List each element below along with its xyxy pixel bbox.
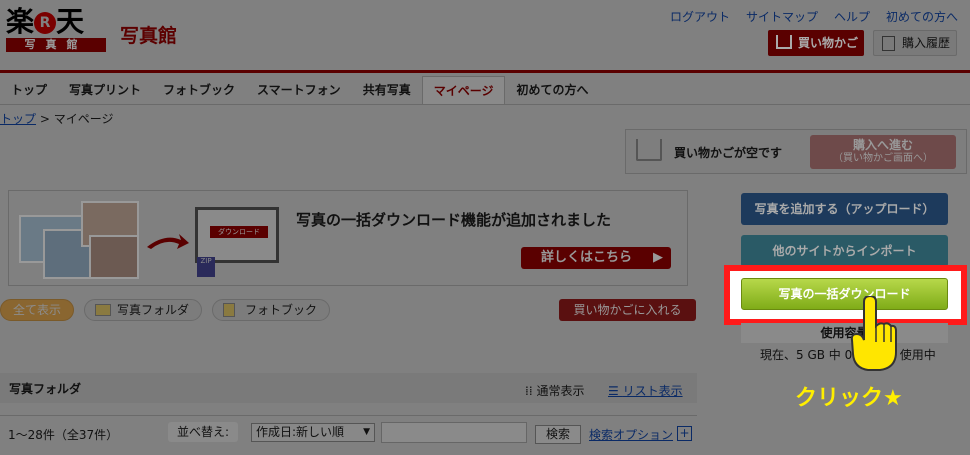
sort-label: 並べ替え: bbox=[168, 422, 238, 442]
chevron-right-icon: ▶ bbox=[653, 250, 663, 265]
proceed-sublabel: （買い物かご画面へ） bbox=[833, 153, 933, 164]
proceed-to-purchase-button[interactable]: 購入へ進む （買い物かご画面へ） bbox=[810, 135, 956, 169]
add-to-cart-button[interactable]: 買い物かごに入れる bbox=[559, 299, 696, 321]
tab-top[interactable]: トップ bbox=[0, 76, 58, 104]
arrow-right-icon bbox=[147, 234, 189, 249]
breadcrumb: トップ > マイページ bbox=[0, 110, 114, 127]
result-count: 1〜28件（全37件） bbox=[8, 428, 119, 442]
chevron-down-icon: ▼ bbox=[363, 427, 370, 437]
help-link[interactable]: ヘルプ bbox=[834, 8, 870, 25]
filter-all[interactable]: 全て表示 bbox=[0, 299, 75, 321]
photo-thumbnail bbox=[89, 235, 139, 279]
breadcrumb-home[interactable]: トップ bbox=[0, 112, 36, 126]
cart-button-label: 買い物かご bbox=[798, 36, 859, 50]
banner-title: 写真の一括ダウンロード機能が追加されました bbox=[296, 211, 612, 229]
cart-button[interactable]: 買い物かご bbox=[768, 30, 864, 56]
purchase-history-button[interactable]: 購入履歴 bbox=[873, 30, 957, 56]
photo-folder-title: 写真フォルダ bbox=[9, 382, 82, 396]
beginners-link[interactable]: 初めての方へ bbox=[886, 8, 958, 25]
zip-icon: ZIP bbox=[197, 257, 215, 277]
logo-text: 楽R天 bbox=[6, 5, 85, 38]
sort-select[interactable]: 作成日:新しい順 ▼ bbox=[251, 423, 375, 442]
usage-title: 使用容量 bbox=[741, 323, 948, 343]
search-input[interactable] bbox=[381, 422, 527, 443]
logout-link[interactable]: ログアウト bbox=[670, 8, 730, 25]
usage-suffix: 使用中 bbox=[899, 348, 936, 362]
folder-icon bbox=[95, 304, 111, 316]
grid-icon: ⁞⁞ bbox=[525, 384, 537, 398]
pointing-hand-icon bbox=[850, 296, 897, 371]
tab-photo-print[interactable]: 写真プリント bbox=[58, 76, 152, 104]
bulk-download-button[interactable]: 写真の一括ダウンロード bbox=[741, 278, 948, 310]
tab-smartphone[interactable]: スマートフォン bbox=[246, 76, 352, 104]
filter-photo-folder[interactable]: 写真フォルダ bbox=[84, 299, 203, 321]
download-feature-banner[interactable]: ダウンロード ZIP 写真の一括ダウンロード機能が追加されました 詳しくはこちら… bbox=[8, 190, 688, 286]
view-list-label: リスト表示 bbox=[622, 384, 683, 398]
filter-photobook[interactable]: フォトブック bbox=[212, 299, 331, 321]
main-nav: トップ 写真プリント フォトブック スマートフォン 共有写真 マイページ 初めて… bbox=[0, 76, 600, 104]
photo-folder-header: 写真フォルダ ⁞⁞ 通常表示 ☰ リスト表示 bbox=[0, 373, 697, 403]
logo-r-mark: R bbox=[34, 12, 57, 34]
tab-shared-photos[interactable]: 共有写真 bbox=[352, 76, 422, 104]
filter-photobook-label: フォトブック bbox=[245, 303, 318, 317]
zip-label: ZIP bbox=[200, 257, 212, 265]
proceed-label: 購入へ進む bbox=[852, 138, 913, 152]
top-links: ログアウト サイトマップ ヘルプ 初めての方へ bbox=[670, 8, 958, 25]
monitor-illustration: ダウンロード bbox=[195, 207, 279, 263]
cart-icon bbox=[636, 139, 662, 161]
download-illustration-label: ダウンロード bbox=[210, 226, 268, 238]
sitemap-link[interactable]: サイトマップ bbox=[746, 8, 818, 25]
tab-mypage[interactable]: マイページ bbox=[421, 76, 506, 104]
cart-icon bbox=[776, 35, 792, 49]
tab-beginners[interactable]: 初めての方へ bbox=[505, 76, 599, 104]
sort-value: 作成日:新しい順 bbox=[256, 425, 345, 439]
details-button[interactable]: 詳しくはこちら ▶ bbox=[521, 247, 671, 269]
list-icon: ☰ bbox=[608, 384, 623, 398]
view-list-option[interactable]: ☰ リスト表示 bbox=[608, 382, 683, 399]
expand-options-button[interactable]: + bbox=[677, 426, 692, 441]
cart-status-box: 買い物かごが空です 購入へ進む （買い物かご画面へ） bbox=[625, 129, 967, 174]
list-icon bbox=[882, 36, 895, 51]
filter-photo-folder-label: 写真フォルダ bbox=[117, 303, 190, 317]
site-name: 写真館 bbox=[120, 25, 178, 47]
search-options-link[interactable]: 検索オプション bbox=[589, 426, 673, 443]
view-normal-option[interactable]: ⁞⁞ 通常表示 bbox=[525, 382, 584, 399]
nav-divider bbox=[0, 104, 970, 105]
book-icon bbox=[223, 303, 235, 317]
search-button[interactable]: 検索 bbox=[535, 425, 581, 444]
view-normal-label: 通常表示 bbox=[536, 384, 585, 398]
rakuten-logo[interactable]: 楽R天 写真館 bbox=[6, 6, 106, 58]
tab-photobook[interactable]: フォトブック bbox=[152, 76, 246, 104]
breadcrumb-sep: > bbox=[39, 112, 50, 126]
cart-empty-message: 買い物かごが空です bbox=[674, 146, 783, 160]
logo-sub: 写真館 bbox=[6, 38, 106, 52]
history-label: 購入履歴 bbox=[902, 36, 951, 50]
click-annotation: クリック★ bbox=[795, 386, 903, 411]
details-label: 詳しくはこちら bbox=[541, 250, 633, 265]
import-button[interactable]: 他のサイトからインポート bbox=[741, 235, 948, 267]
breadcrumb-current: マイページ bbox=[53, 112, 114, 126]
divider bbox=[0, 415, 697, 416]
header-divider bbox=[0, 70, 970, 73]
upload-photos-button[interactable]: 写真を追加する（アップロード） bbox=[741, 193, 948, 225]
